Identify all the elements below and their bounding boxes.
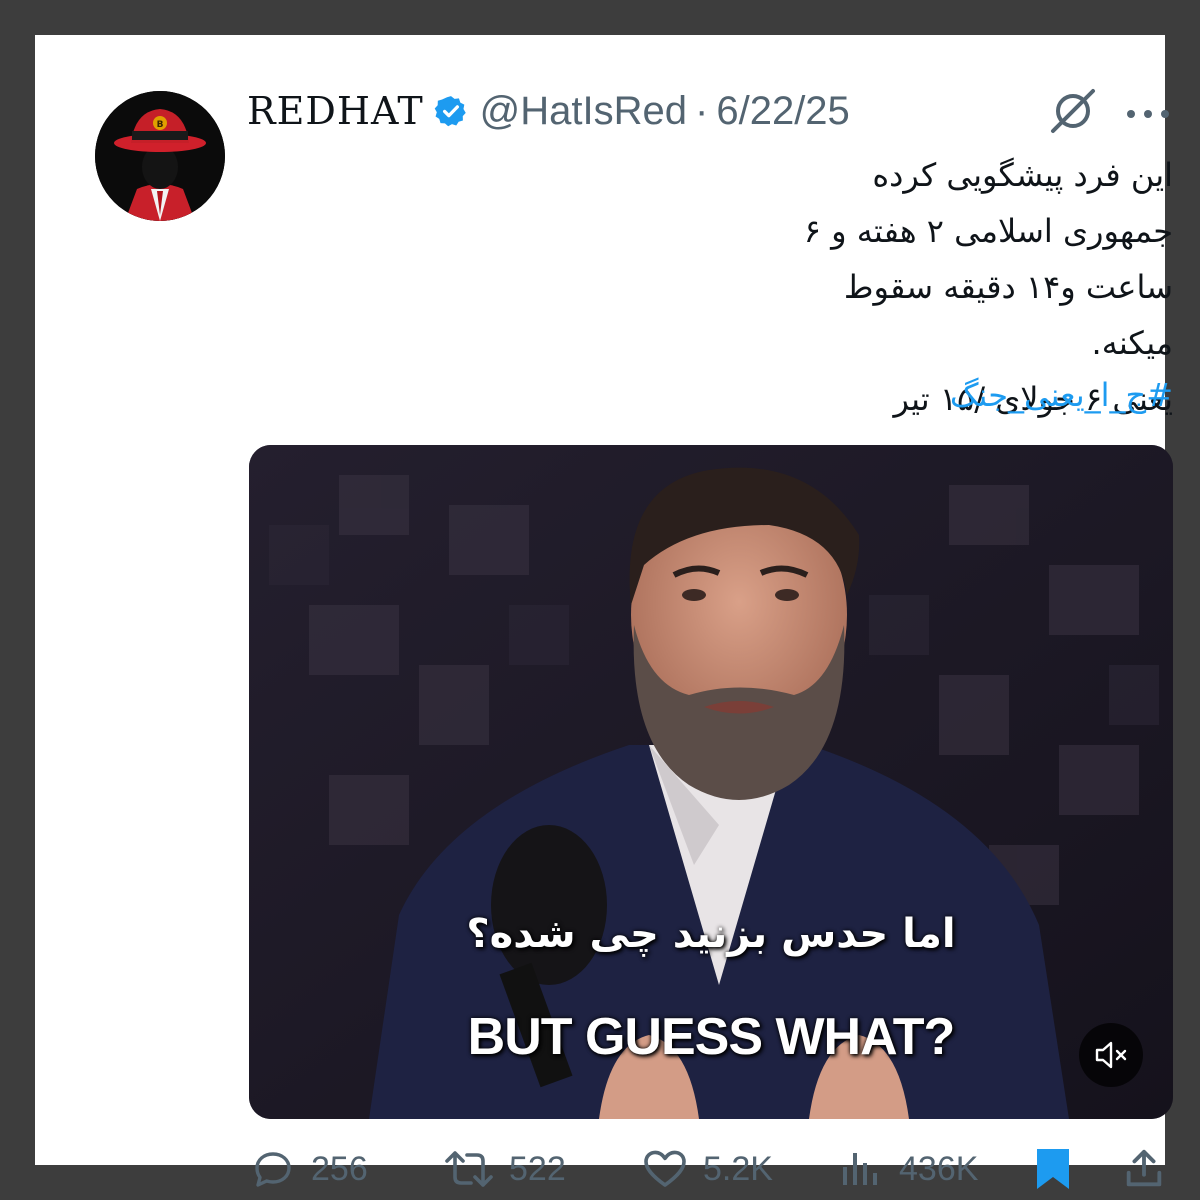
retweet-count: 522 bbox=[509, 1149, 566, 1188]
tweet-date[interactable]: 6/22/25 bbox=[716, 89, 849, 134]
retweet-button[interactable]: 522 bbox=[443, 1141, 566, 1197]
views-button[interactable]: 436K bbox=[837, 1141, 978, 1197]
video-subtitle-persian: اما حدس بزنید چی شده؟ bbox=[466, 911, 956, 957]
verified-badge-icon[interactable] bbox=[434, 94, 468, 128]
tweet-text-line: این فرد پیشگویی کرده جمهوری اسلامی ۲ هفت… bbox=[803, 156, 1173, 250]
views-icon bbox=[843, 1153, 877, 1185]
tweet-card[interactable]: B REDHAT @HatIsRed · 6/22/25 این فرد پیش… bbox=[35, 35, 1173, 1189]
tweet-header: REDHAT @HatIsRed · 6/22/25 bbox=[247, 87, 850, 135]
volume-muted-icon bbox=[1095, 1041, 1127, 1069]
share-button[interactable] bbox=[1121, 1141, 1167, 1197]
video-player[interactable]: اما حدس بزنید چی شده؟ BUT GUESS WHAT? bbox=[249, 445, 1173, 1119]
heart-icon bbox=[644, 1150, 686, 1187]
reply-icon bbox=[255, 1152, 291, 1187]
reply-count: 256 bbox=[311, 1149, 368, 1188]
like-count: 5.2K bbox=[703, 1149, 773, 1188]
bookmark-icon bbox=[1037, 1149, 1069, 1189]
grok-icon[interactable] bbox=[1047, 87, 1099, 135]
reply-button[interactable]: 256 bbox=[249, 1141, 368, 1197]
views-count: 436K bbox=[899, 1149, 979, 1188]
redhat-avatar-image: B bbox=[95, 91, 225, 221]
more-icon[interactable] bbox=[1125, 107, 1171, 119]
retweet-icon bbox=[445, 1151, 493, 1187]
separator-dot: · bbox=[695, 88, 709, 133]
action-bar: 256 522 5.2K 436K bbox=[249, 1141, 1173, 1197]
mute-button[interactable] bbox=[1079, 1023, 1143, 1087]
video-subtitle-english: BUT GUESS WHAT? bbox=[467, 1008, 956, 1066]
avatar[interactable]: B bbox=[95, 91, 225, 221]
user-handle[interactable]: @HatIsRed bbox=[480, 89, 687, 134]
bookmark-button[interactable] bbox=[1031, 1141, 1075, 1197]
like-button[interactable]: 5.2K bbox=[641, 1141, 773, 1197]
svg-text:B: B bbox=[157, 120, 164, 130]
tweet-text-line: ساعت و۱۴ دقیقه سقوط میکنه. bbox=[843, 268, 1173, 362]
hashtag-link[interactable]: #ج_ا_یعنی_جنگ bbox=[795, 367, 1173, 423]
display-name[interactable]: REDHAT bbox=[247, 89, 424, 133]
share-icon bbox=[1126, 1149, 1162, 1187]
